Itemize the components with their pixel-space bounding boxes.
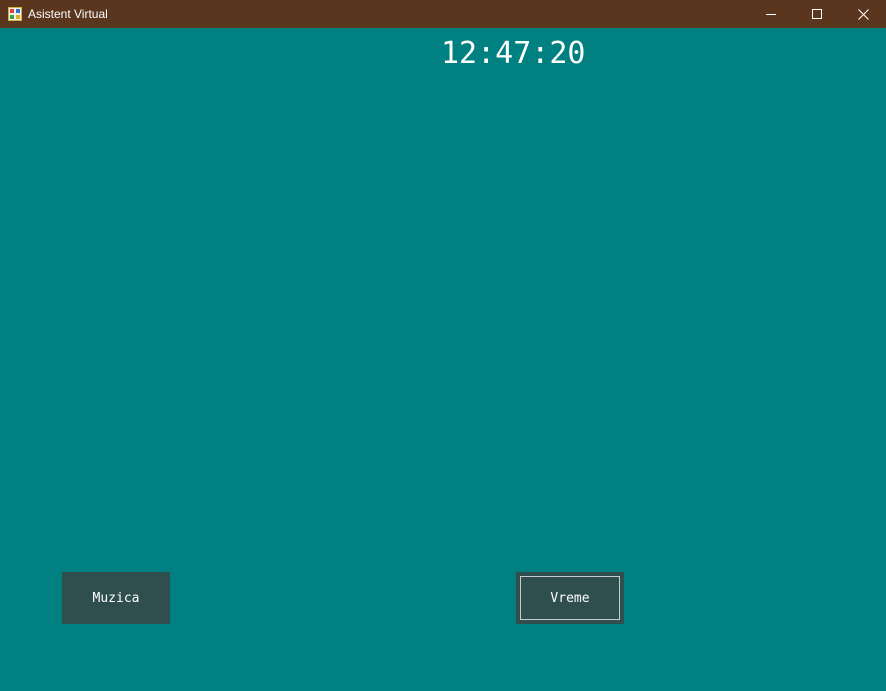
- minimize-button[interactable]: [748, 0, 794, 28]
- main-window: Asistent Virtual 12:47:20 Muzica Vreme: [0, 0, 886, 691]
- maximize-icon: [812, 9, 822, 19]
- close-button[interactable]: [840, 0, 886, 28]
- vreme-button-label: Vreme: [550, 590, 590, 606]
- title-bar[interactable]: Asistent Virtual: [0, 0, 886, 28]
- app-icon[interactable]: [8, 7, 22, 21]
- maximize-button[interactable]: [794, 0, 840, 28]
- minimize-icon: [766, 14, 776, 15]
- close-icon: [857, 8, 869, 20]
- muzica-button-label: Muzica: [92, 590, 140, 606]
- vreme-button[interactable]: Vreme: [516, 572, 624, 624]
- window-title: Asistent Virtual: [28, 7, 108, 21]
- muzica-button[interactable]: Muzica: [62, 572, 170, 624]
- clock-label: 12:47:20: [441, 36, 586, 71]
